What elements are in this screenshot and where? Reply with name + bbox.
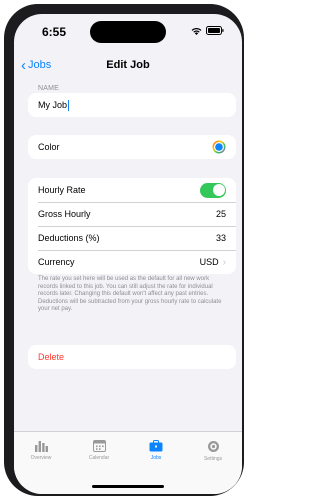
- status-time: 6:55: [42, 25, 67, 39]
- name-input-row[interactable]: My Job: [28, 93, 236, 117]
- gross-hourly-row[interactable]: Gross Hourly 25: [28, 202, 236, 226]
- currency-label: Currency: [38, 257, 75, 267]
- hourly-rate-row: Hourly Rate: [28, 178, 236, 202]
- currency-value: USD: [199, 257, 219, 267]
- rate-footnote: The rate you set here will be used as th…: [38, 276, 222, 313]
- tab-calendar[interactable]: Calendar: [79, 440, 119, 461]
- color-row[interactable]: Color: [28, 135, 236, 159]
- gross-hourly-label: Gross Hourly: [38, 209, 91, 219]
- tab-calendar-label: Calendar: [88, 455, 110, 461]
- name-section-label: NAME: [38, 85, 60, 92]
- text-caret: [68, 99, 70, 111]
- hourly-rate-toggle[interactable]: [200, 182, 226, 198]
- calendar-icon: [92, 440, 106, 452]
- phone-frame: 6:55 ‹ Jobs Edit Job NAME My Job Color H…: [4, 4, 244, 496]
- wifi-icon: [191, 27, 202, 35]
- currency-row[interactable]: Currency USD ›: [28, 250, 236, 274]
- name-card: My Job: [28, 93, 236, 117]
- tab-settings[interactable]: Settings: [193, 440, 233, 462]
- tab-overview-label: Overview: [30, 455, 52, 461]
- gear-icon: [207, 441, 219, 452]
- tab-bar: Overview Calendar Jobs Settings: [14, 431, 242, 494]
- deductions-label: Deductions (%): [38, 233, 100, 243]
- currency-picker[interactable]: USD ›: [200, 257, 226, 268]
- chevron-right-icon: ›: [222, 256, 226, 268]
- tab-settings-label: Settings: [203, 456, 223, 462]
- name-input[interactable]: My Job: [38, 99, 226, 111]
- delete-button[interactable]: Delete: [28, 345, 236, 369]
- rate-card: Hourly Rate Gross Hourly 25 Deductions (…: [28, 178, 236, 274]
- tab-overview[interactable]: Overview: [21, 440, 61, 461]
- color-card: Color: [28, 135, 236, 159]
- toggle-knob: [212, 184, 225, 196]
- delete-label: Delete: [38, 352, 65, 362]
- screen: 6:55 ‹ Jobs Edit Job NAME My Job Color H…: [14, 14, 242, 494]
- tab-jobs[interactable]: Jobs: [136, 440, 176, 461]
- deductions-value[interactable]: 33: [216, 233, 226, 243]
- home-indicator: [92, 485, 164, 488]
- deductions-row[interactable]: Deductions (%) 33: [28, 226, 236, 250]
- name-input-value: My Job: [38, 100, 68, 110]
- color-label: Color: [38, 142, 60, 152]
- status-bar: 6:55: [14, 14, 242, 48]
- briefcase-icon: [149, 440, 163, 452]
- chart-bars-icon: [35, 441, 48, 452]
- color-wheel-icon[interactable]: [212, 140, 226, 154]
- status-icons: [191, 26, 224, 35]
- page-title: Edit Job: [106, 59, 150, 71]
- delete-card: Delete: [28, 345, 236, 369]
- navigation-bar: ‹ Jobs Edit Job: [14, 48, 242, 82]
- tab-jobs-label: Jobs: [150, 455, 162, 461]
- hourly-rate-label: Hourly Rate: [38, 185, 86, 195]
- battery-icon: [206, 26, 224, 35]
- gross-hourly-value[interactable]: 25: [216, 209, 226, 219]
